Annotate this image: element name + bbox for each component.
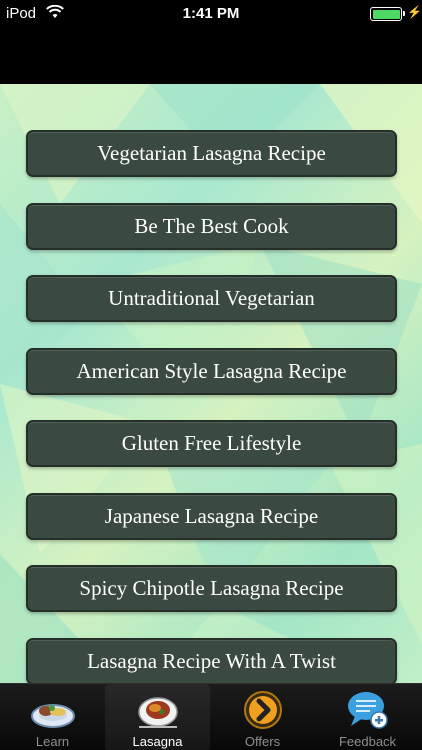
recipe-button[interactable]: Spicy Chipotle Lasagna Recipe: [26, 565, 397, 612]
recipe-list-view[interactable]: Vegetarian Lasagna Recipe Be The Best Coo…: [0, 84, 422, 683]
tab-bar: Learn Lasagna Offers Feedback: [0, 683, 422, 750]
lasagna-plate-icon: [135, 688, 181, 732]
recipe-button[interactable]: Be The Best Cook: [26, 202, 397, 250]
clock: 1:41 PM: [182, 5, 240, 22]
tab-label: Lasagna: [132, 734, 183, 749]
recipe-button[interactable]: Vegetarian Lasagna Recipe: [26, 130, 397, 177]
tab-label: Learn: [35, 734, 70, 749]
orange-chevron-icon: [240, 688, 286, 732]
recipe-button[interactable]: Lasagna Recipe With A Twist: [26, 637, 397, 683]
battery-icon: [370, 7, 405, 21]
bolt-icon: ⚡: [407, 5, 422, 19]
tab-feedback[interactable]: Feedback: [315, 684, 420, 750]
plate-food-icon: [30, 688, 76, 732]
recipe-button[interactable]: Gluten Free Lifestyle: [26, 420, 397, 467]
tab-label: Offers: [244, 734, 281, 749]
status-bar: iPod 1:41 PM ⚡: [0, 0, 422, 28]
tab-offers[interactable]: Offers: [210, 684, 315, 750]
tab-label: Feedback: [338, 734, 397, 749]
recipe-button[interactable]: Japanese Lasagna Recipe: [26, 492, 397, 540]
navigation-bar: [0, 28, 422, 84]
tab-learn[interactable]: Learn: [0, 684, 105, 750]
recipe-button[interactable]: Untraditional Vegetarian: [26, 275, 397, 322]
tab-lasagna[interactable]: Lasagna: [105, 684, 210, 750]
recipe-button[interactable]: American Style Lasagna Recipe: [26, 347, 397, 395]
speech-bubble-plus-icon: [345, 688, 391, 732]
